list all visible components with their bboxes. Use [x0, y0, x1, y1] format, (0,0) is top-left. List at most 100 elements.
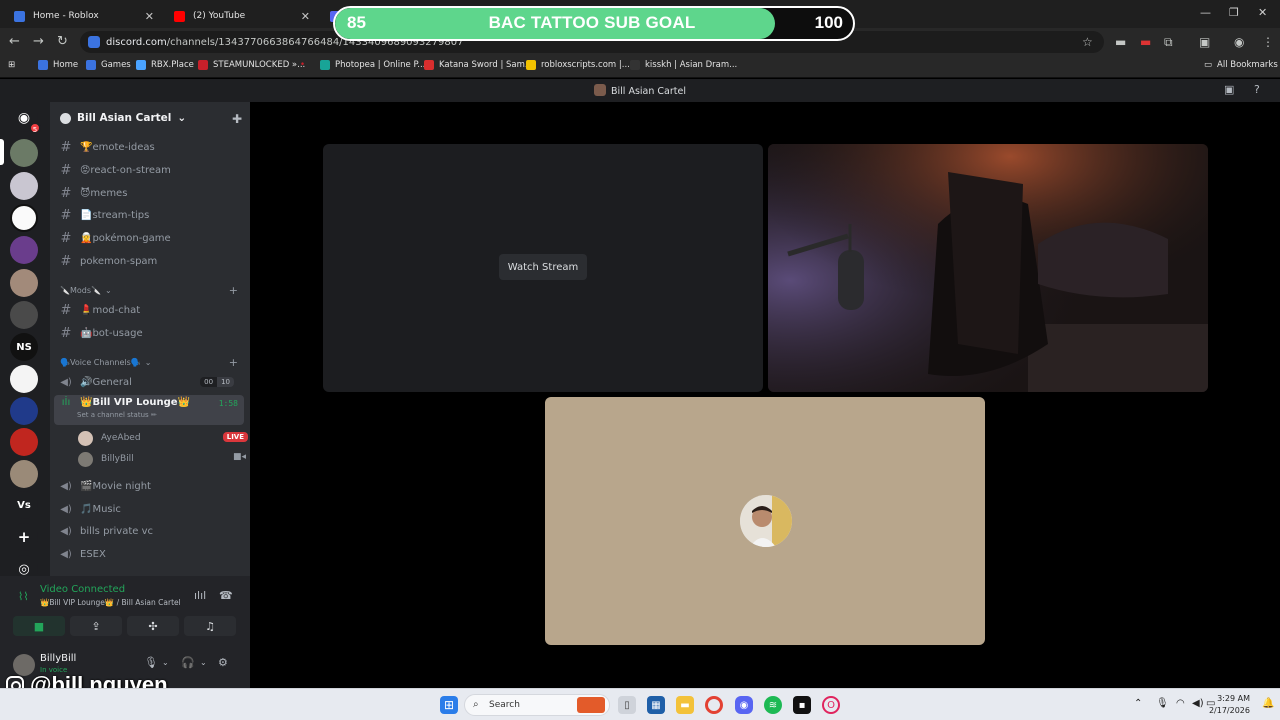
split-view-icon[interactable]: ▣: [1199, 35, 1210, 49]
windows-start-icon[interactable]: ⊞: [440, 696, 458, 714]
activities-button[interactable]: ✣: [127, 616, 179, 636]
discord-home-icon[interactable]: ◉ 5: [10, 104, 41, 134]
wifi-icon[interactable]: ◠: [1176, 698, 1185, 709]
server-2[interactable]: [10, 172, 38, 200]
taskbar-search-field[interactable]: ⌕ Search: [464, 694, 610, 716]
create-channel-icon[interactable]: +: [229, 284, 238, 297]
bookmark-home[interactable]: Home: [38, 60, 78, 70]
close-tab-icon[interactable]: ✕: [301, 10, 310, 23]
chevron-down-icon[interactable]: ⌄: [200, 658, 207, 667]
extensions-puzzle-icon[interactable]: ⧉: [1164, 35, 1173, 49]
voice-user-billybill[interactable]: BillyBill ■◂: [78, 449, 258, 469]
voice-user-ayeabed[interactable]: AyeAbed LIVE: [78, 428, 258, 448]
soundboard-button[interactable]: ♫: [184, 616, 236, 636]
chrome-icon[interactable]: [705, 696, 723, 714]
forward-icon[interactable]: →: [33, 35, 44, 49]
channel-status[interactable]: Set a channel status ✏: [77, 411, 157, 419]
server-6[interactable]: [10, 301, 38, 329]
server-4[interactable]: [10, 236, 38, 264]
signal-icon[interactable]: ⌇⌇: [18, 590, 29, 603]
menu-kebab-icon[interactable]: ⋮: [1262, 35, 1274, 49]
bookmark-kisskh[interactable]: kisskh | Asian Dram...: [630, 60, 737, 70]
bookmark-steamunlocked[interactable]: STEAMUNLOCKED »...: [198, 60, 305, 70]
tab-roblox[interactable]: Home - Roblox ✕: [4, 4, 164, 28]
channel-memes[interactable]: # 😈memes: [54, 183, 244, 203]
bookmark-rbxplace[interactable]: RBX.Place: [136, 60, 194, 70]
discord-taskbar-icon[interactable]: ◉: [735, 696, 753, 714]
channel-bot-usage[interactable]: # 🤖bot-usage: [54, 323, 244, 343]
category-mods[interactable]: 🔪Mods🔪 ⌄: [60, 286, 112, 295]
screen-share-button[interactable]: ⇪: [70, 616, 122, 636]
voice-channel-music[interactable]: ◀) 🎵Music: [54, 499, 244, 519]
voice-channel-general[interactable]: ◀) 🔊General 00 10: [54, 372, 244, 392]
channel-react-on-stream[interactable]: # 😡react-on-stream: [54, 160, 244, 180]
voice-channel-esex[interactable]: ◀) ESEX: [54, 544, 244, 564]
server-header[interactable]: Bill Asian Cartel ⌄ ✚: [50, 102, 250, 134]
extension-red-icon[interactable]: ▬: [1140, 35, 1151, 49]
mouse-app-icon[interactable]: ▯: [618, 696, 636, 714]
server-ns[interactable]: NS: [10, 333, 38, 361]
camera-toggle-button[interactable]: ■: [13, 616, 65, 636]
category-voice[interactable]: 🗣️Voice Channels🗣️ ⌄: [60, 358, 151, 367]
headphones-icon[interactable]: 🎧: [181, 656, 195, 669]
server-vs[interactable]: Vs: [10, 491, 38, 519]
camera-tile[interactable]: [768, 144, 1208, 392]
notification-bell-icon[interactable]: 🔔: [1262, 698, 1274, 709]
opera-icon[interactable]: O: [822, 696, 840, 714]
server-10[interactable]: [10, 428, 38, 456]
back-icon[interactable]: ←: [9, 35, 20, 49]
bookmark-robloxscripts[interactable]: robloxscripts.com |...: [526, 60, 630, 70]
close-window-icon[interactable]: ✕: [1258, 6, 1267, 19]
server-5[interactable]: [10, 269, 38, 297]
server-bill-asian-cartel[interactable]: [10, 139, 38, 167]
extension-icon[interactable]: ▬: [1115, 35, 1126, 49]
stream-tile[interactable]: Watch Stream: [323, 144, 763, 392]
channel-emote-ideas[interactable]: # 🏆emote-ideas: [54, 137, 244, 157]
minimize-icon[interactable]: —: [1200, 6, 1211, 19]
server-3[interactable]: [10, 204, 38, 232]
bookmark-star-icon[interactable]: ☆: [1082, 35, 1093, 49]
invite-icon[interactable]: ✚: [232, 112, 242, 126]
watch-stream-button[interactable]: Watch Stream: [499, 254, 587, 280]
create-channel-icon[interactable]: +: [229, 356, 238, 369]
help-icon[interactable]: ?: [1254, 83, 1260, 96]
file-explorer-icon[interactable]: ▬: [676, 696, 694, 714]
all-bookmarks[interactable]: ▭ All Bookmarks: [1204, 60, 1278, 70]
bookmark-games[interactable]: Games: [86, 60, 131, 70]
inbox-icon[interactable]: ▣: [1224, 83, 1234, 96]
voice-channel-bills-private[interactable]: ◀) bills private vc: [54, 521, 244, 541]
channel-stream-tips[interactable]: # 📄stream-tips: [54, 205, 244, 225]
spotify-icon[interactable]: ≋: [764, 696, 782, 714]
username[interactable]: BillyBill: [40, 653, 76, 664]
tray-chevron-up-icon[interactable]: ⌃: [1134, 698, 1142, 709]
tray-mic-icon[interactable]: 🎙: [1156, 698, 1169, 709]
site-info-icon[interactable]: [88, 36, 100, 48]
volume-icon[interactable]: ◀): [1192, 698, 1204, 709]
bookmark-red-dot-icon[interactable]: •: [300, 60, 305, 70]
server-9[interactable]: [10, 397, 38, 425]
bookmark-katana[interactable]: Katana Sword | Sam...: [424, 60, 533, 70]
chevron-down-icon[interactable]: ⌄: [162, 658, 169, 667]
tab-youtube[interactable]: (2) YouTube ✕: [164, 4, 320, 28]
restore-icon[interactable]: ❐: [1229, 6, 1239, 19]
voice-channel-movie-night[interactable]: ◀) 🎬Movie night: [54, 476, 244, 496]
voice-location[interactable]: 👑Bill VIP Lounge👑 / Bill Asian Cartel: [40, 598, 181, 607]
reload-icon[interactable]: ↻: [57, 35, 68, 49]
apps-grid-icon[interactable]: ⊞: [8, 60, 15, 70]
noise-suppression-icon[interactable]: ılıl: [194, 589, 206, 602]
close-tab-icon[interactable]: ✕: [145, 10, 154, 23]
app-blue-icon[interactable]: ▦: [647, 696, 665, 714]
settings-gear-icon[interactable]: ⚙: [218, 656, 228, 669]
channel-mod-chat[interactable]: # 💄mod-chat: [54, 300, 244, 320]
channel-pokemon-game[interactable]: # 🧝pokémon-game: [54, 228, 244, 248]
server-8[interactable]: [10, 365, 38, 393]
user-avatar-tile[interactable]: [545, 397, 985, 645]
voice-channel-vip-lounge[interactable]: ıİı 👑Bill VIP Lounge👑 Set a channel stat…: [54, 395, 244, 425]
add-server-icon[interactable]: +: [10, 523, 38, 551]
disconnect-icon[interactable]: ☎: [219, 589, 233, 602]
profile-avatar-icon[interactable]: ◉: [1234, 35, 1244, 49]
voice-status[interactable]: Video Connected: [40, 584, 125, 595]
taskbar-clock[interactable]: 3:29 AM 2/17/2026: [1209, 693, 1250, 717]
bookmark-photopea[interactable]: Photopea | Online P...: [320, 60, 425, 70]
app-dark-icon[interactable]: ▪: [793, 696, 811, 714]
